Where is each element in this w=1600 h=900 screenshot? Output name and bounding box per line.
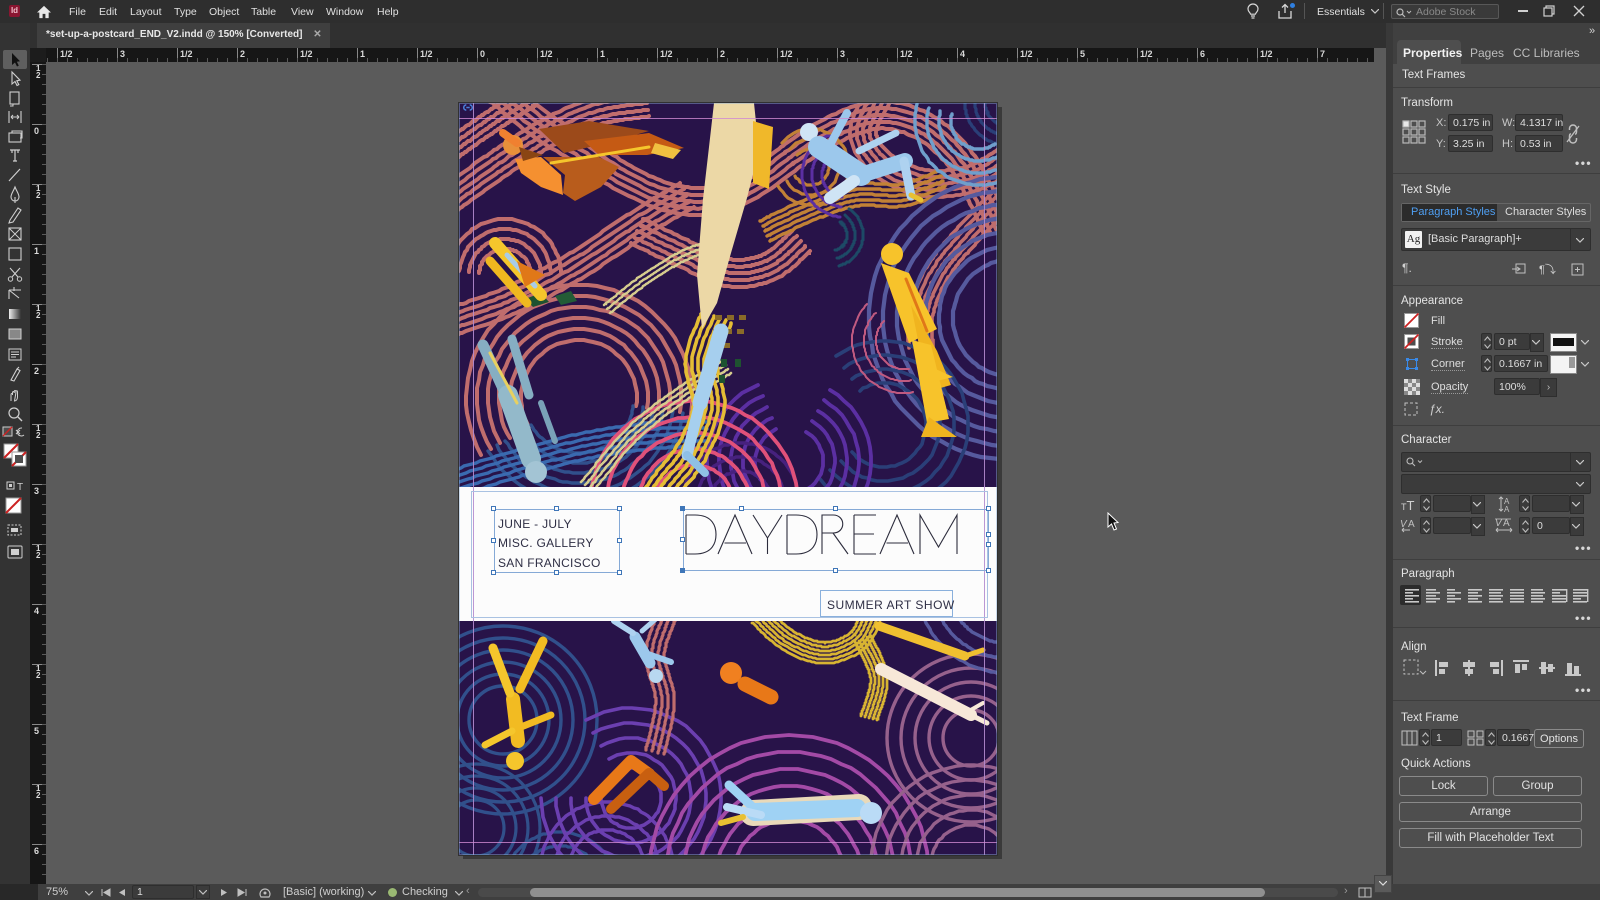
svg-text:A: A [1503, 518, 1510, 529]
svg-text:V: V [1495, 518, 1503, 529]
svg-text:T: T [17, 482, 23, 493]
svg-text:A: A [1408, 519, 1415, 530]
svg-text:A: A [1504, 505, 1510, 513]
